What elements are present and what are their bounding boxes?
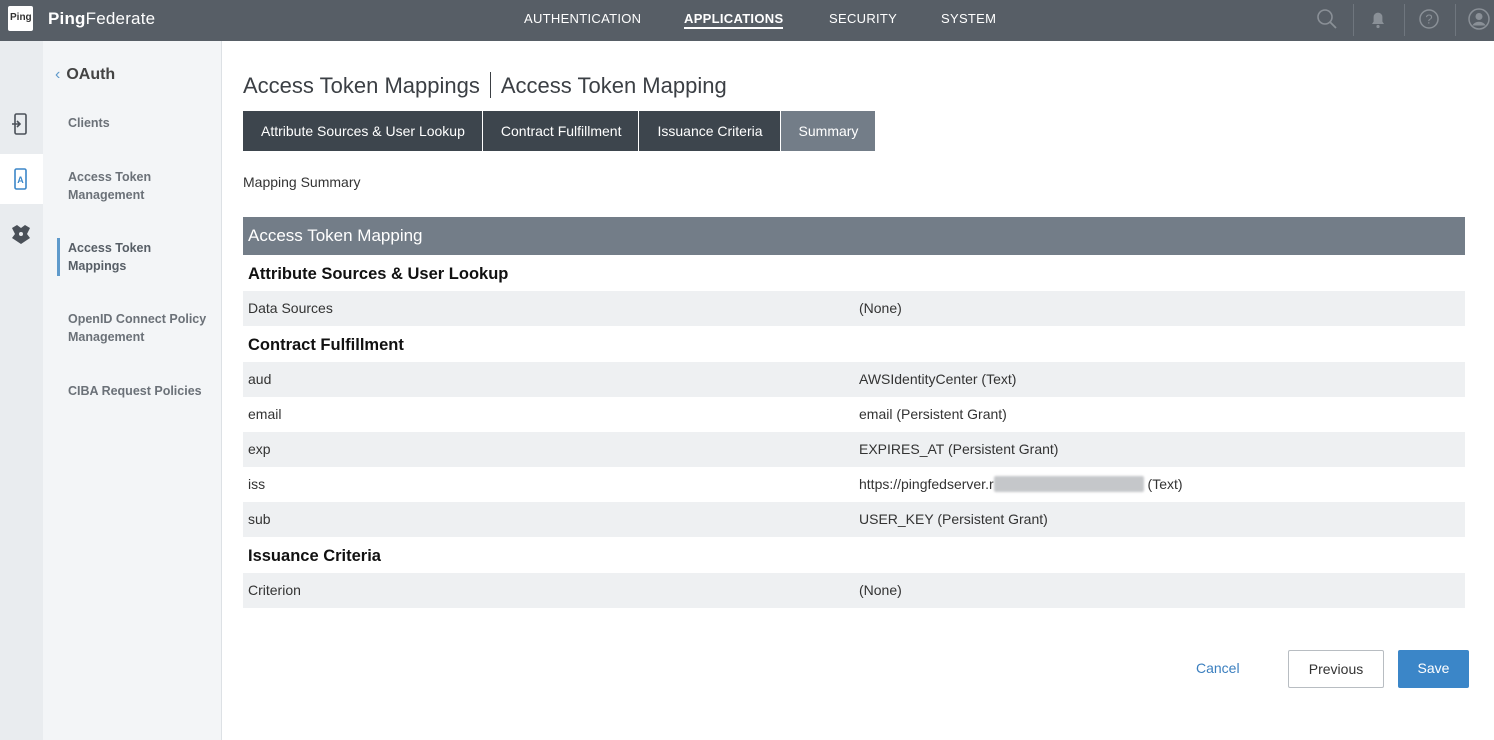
- app-icon: A: [14, 168, 27, 190]
- row-name: exp: [248, 441, 271, 457]
- row-name: email: [248, 406, 282, 422]
- page-title: Access Token Mappings Access Token Mappin…: [243, 72, 727, 99]
- table-row: email email (Persistent Grant): [243, 397, 1465, 432]
- topbar-divider: [1353, 4, 1354, 36]
- sidebar-item-openid-connect-policy[interactable]: OpenID Connect Policy Management: [68, 310, 208, 346]
- tab-attribute-sources[interactable]: Attribute Sources & User Lookup: [243, 111, 482, 151]
- save-button[interactable]: Save: [1398, 650, 1469, 688]
- product-name: PingFederate: [48, 9, 155, 29]
- title-divider: [489, 72, 491, 98]
- row-value: EXPIRES_AT (Persistent Grant): [859, 441, 1059, 457]
- table-row: Data Sources (None): [243, 291, 1465, 326]
- nav-applications[interactable]: APPLICATIONS: [684, 11, 784, 29]
- section-title: Issuance Criteria: [248, 547, 381, 565]
- table-row: iss https://pingfedserver.r (Text): [243, 467, 1465, 502]
- sidebar: ‹ OAuth Clients Access Token Management A…: [43, 41, 222, 740]
- summary-table: Access Token Mapping Attribute Sources &…: [243, 217, 1465, 608]
- table-row: sub USER_KEY (Persistent Grant): [243, 502, 1465, 537]
- rail-item-oauth[interactable]: A: [0, 154, 43, 204]
- sidebar-item-clients[interactable]: Clients: [68, 114, 208, 132]
- logo-text: Ping: [10, 12, 32, 23]
- table-row: aud AWSIdentityCenter (Text): [243, 362, 1465, 397]
- svg-text:A: A: [17, 175, 24, 185]
- nav-system[interactable]: SYSTEM: [941, 11, 996, 26]
- active-indicator: [57, 238, 60, 276]
- icon-rail: A: [0, 41, 43, 740]
- shield-icon: [12, 225, 30, 244]
- bell-icon[interactable]: [1366, 7, 1390, 31]
- nav-authentication[interactable]: AUTHENTICATION: [524, 11, 641, 26]
- row-name: sub: [248, 511, 271, 527]
- row-value: (None): [859, 582, 902, 598]
- row-name: iss: [248, 476, 266, 492]
- tab-summary[interactable]: Summary: [780, 111, 876, 151]
- sidebar-item-access-token-mappings[interactable]: Access Token Mappings: [68, 239, 208, 275]
- row-value-prefix: https://pingfedserver.r: [859, 476, 994, 492]
- back-oauth-link[interactable]: ‹ OAuth: [55, 66, 115, 84]
- user-icon[interactable]: [1467, 7, 1491, 31]
- topbar-divider: [1455, 4, 1456, 36]
- rail-item-token-processors[interactable]: [0, 209, 43, 259]
- svg-text:?: ?: [1425, 12, 1432, 27]
- rail-item-integration[interactable]: [0, 99, 43, 149]
- ping-logo[interactable]: Ping: [8, 6, 33, 31]
- product-name-rest: Federate: [85, 9, 156, 28]
- page-title-text: Access Token Mapping: [500, 73, 727, 98]
- table-row: Criterion (None): [243, 573, 1465, 608]
- mapping-summary-label: Mapping Summary: [243, 174, 361, 190]
- nav-security[interactable]: SECURITY: [829, 11, 897, 26]
- previous-button[interactable]: Previous: [1288, 650, 1384, 688]
- cancel-button[interactable]: Cancel: [1196, 660, 1240, 676]
- summary-table-header: Access Token Mapping: [243, 217, 1465, 255]
- tab-issuance-criteria[interactable]: Issuance Criteria: [639, 111, 780, 151]
- section-title: Contract Fulfillment: [248, 336, 404, 354]
- sidebar-item-ciba-request-policies[interactable]: CIBA Request Policies: [68, 382, 208, 400]
- row-name: Criterion: [248, 582, 301, 598]
- breadcrumb-parent[interactable]: Access Token Mappings: [243, 73, 480, 98]
- redacted-text: [993, 476, 1144, 492]
- row-value: USER_KEY (Persistent Grant): [859, 511, 1048, 527]
- search-icon[interactable]: [1315, 7, 1339, 31]
- help-icon[interactable]: ?: [1417, 7, 1441, 31]
- device-icon: [12, 113, 27, 135]
- back-label: OAuth: [66, 66, 116, 83]
- wizard-tabs: Attribute Sources & User Lookup Contract…: [243, 111, 876, 151]
- topbar-divider: [1404, 4, 1405, 36]
- row-value: (None): [859, 300, 902, 316]
- row-value-suffix: (Text): [1143, 476, 1183, 492]
- row-value: AWSIdentityCenter (Text): [859, 371, 1017, 387]
- section-title: Attribute Sources & User Lookup: [248, 265, 509, 283]
- row-name: aud: [248, 371, 272, 387]
- row-value: https://pingfedserver.r (Text): [859, 467, 1183, 502]
- tab-contract-fulfillment[interactable]: Contract Fulfillment: [482, 111, 639, 151]
- row-value: email (Persistent Grant): [859, 406, 1007, 422]
- table-row: exp EXPIRES_AT (Persistent Grant): [243, 432, 1465, 467]
- product-name-bold: Ping: [48, 9, 86, 28]
- row-name: Data Sources: [248, 300, 333, 316]
- sidebar-item-access-token-management[interactable]: Access Token Management: [68, 168, 208, 204]
- chevron-left-icon: ‹: [55, 66, 61, 83]
- top-navbar: Ping PingFederate AUTHENTICATION APPLICA…: [0, 0, 1494, 41]
